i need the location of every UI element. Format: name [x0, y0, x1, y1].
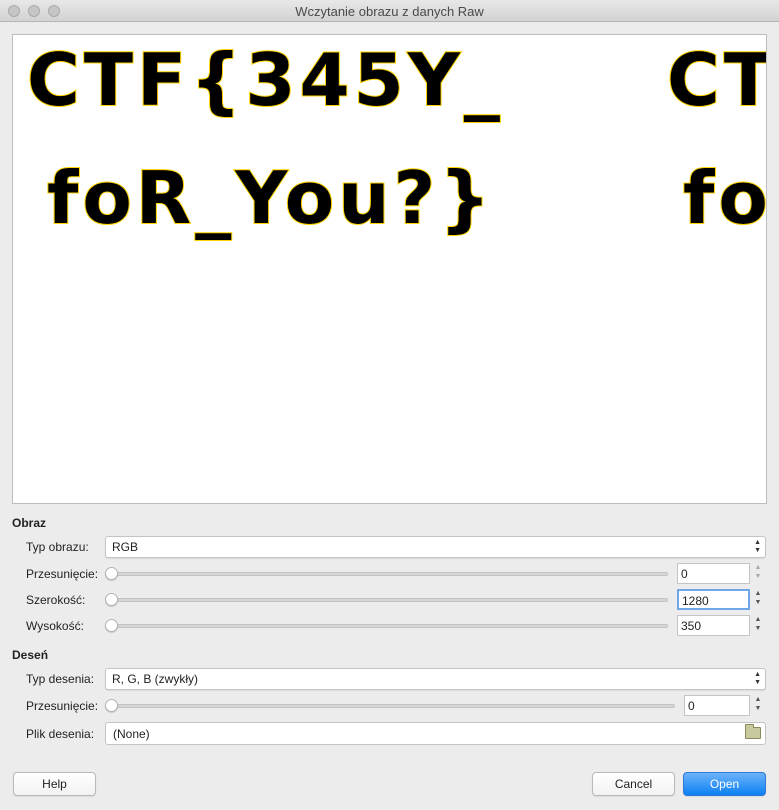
section-desen: Deseń	[12, 648, 49, 662]
updown-chevron-icon: ▲ ▼	[754, 539, 761, 554]
typ-obrazu-label: Typ obrazu:	[26, 540, 89, 554]
cancel-button[interactable]: Cancel	[592, 772, 675, 796]
desen-przesuniecie-slider[interactable]	[110, 704, 675, 708]
preview-text-line2-tail: fo	[683, 156, 767, 240]
plik-desenia-label: Plik desenia:	[26, 727, 95, 741]
desen-przesuniecie-stepper-icon[interactable]: ▲ ▼	[751, 695, 765, 716]
desen-przesuniecie-value: 0	[688, 699, 695, 713]
preview-text-line2: foR_You?}	[47, 156, 495, 240]
help-button[interactable]: Help	[13, 772, 96, 796]
przesuniecie-stepper-icon[interactable]: ▲ ▼	[751, 563, 765, 584]
image-preview: CTF{345Y_ CT foR_You?} fo	[12, 34, 767, 504]
desen-przesuniecie-slider-knob[interactable]	[105, 699, 118, 712]
desen-przesuniecie-label: Przesunięcie:	[26, 699, 99, 713]
szerokosc-value: 1280	[682, 594, 709, 608]
przesuniecie-label: Przesunięcie:	[26, 567, 99, 581]
szerokosc-stepper-icon[interactable]: ▲ ▼	[751, 589, 765, 610]
title-bar: Wczytanie obrazu z danych Raw	[0, 0, 779, 22]
section-obraz: Obraz	[12, 516, 47, 530]
przesuniecie-slider-knob[interactable]	[105, 567, 118, 580]
window-title: Wczytanie obrazu z danych Raw	[295, 4, 484, 19]
przesuniecie-slider[interactable]	[110, 572, 668, 576]
wysokosc-slider[interactable]	[110, 624, 668, 628]
plik-desenia-value: (None)	[113, 727, 150, 741]
typ-desenia-select[interactable]: R, G, B (zwykły) ▲ ▼	[105, 668, 766, 690]
preview-canvas: CTF{345Y_ CT foR_You?} fo	[26, 37, 767, 241]
updown-chevron-icon: ▲ ▼	[754, 671, 761, 686]
typ-obrazu-value: RGB	[112, 540, 139, 554]
preview-text-line1: CTF{345Y_	[27, 38, 504, 122]
typ-desenia-label: Typ desenia:	[26, 672, 95, 686]
przesuniecie-spinbox[interactable]: 0	[677, 563, 750, 584]
wysokosc-slider-knob[interactable]	[105, 619, 118, 632]
szerokosc-label: Szerokość:	[26, 593, 86, 607]
szerokosc-slider[interactable]	[110, 598, 668, 602]
wysokosc-spinbox[interactable]: 350	[677, 615, 750, 636]
szerokosc-spinbox[interactable]: 1280	[677, 589, 750, 610]
typ-obrazu-select[interactable]: RGB ▲ ▼	[105, 536, 766, 558]
wysokosc-value: 350	[681, 619, 702, 633]
wysokosc-stepper-icon[interactable]: ▲ ▼	[751, 615, 765, 636]
szerokosc-slider-knob[interactable]	[105, 593, 118, 606]
plik-desenia-field[interactable]: (None)	[105, 722, 766, 745]
desen-przesuniecie-spinbox[interactable]: 0	[684, 695, 750, 716]
typ-desenia-value: R, G, B (zwykły)	[112, 672, 198, 686]
przesuniecie-value: 0	[681, 567, 688, 581]
open-button[interactable]: Open	[683, 772, 766, 796]
wysokosc-label: Wysokość:	[26, 619, 84, 633]
folder-icon[interactable]	[745, 724, 761, 739]
preview-text-line1-tail: CT	[667, 38, 767, 122]
